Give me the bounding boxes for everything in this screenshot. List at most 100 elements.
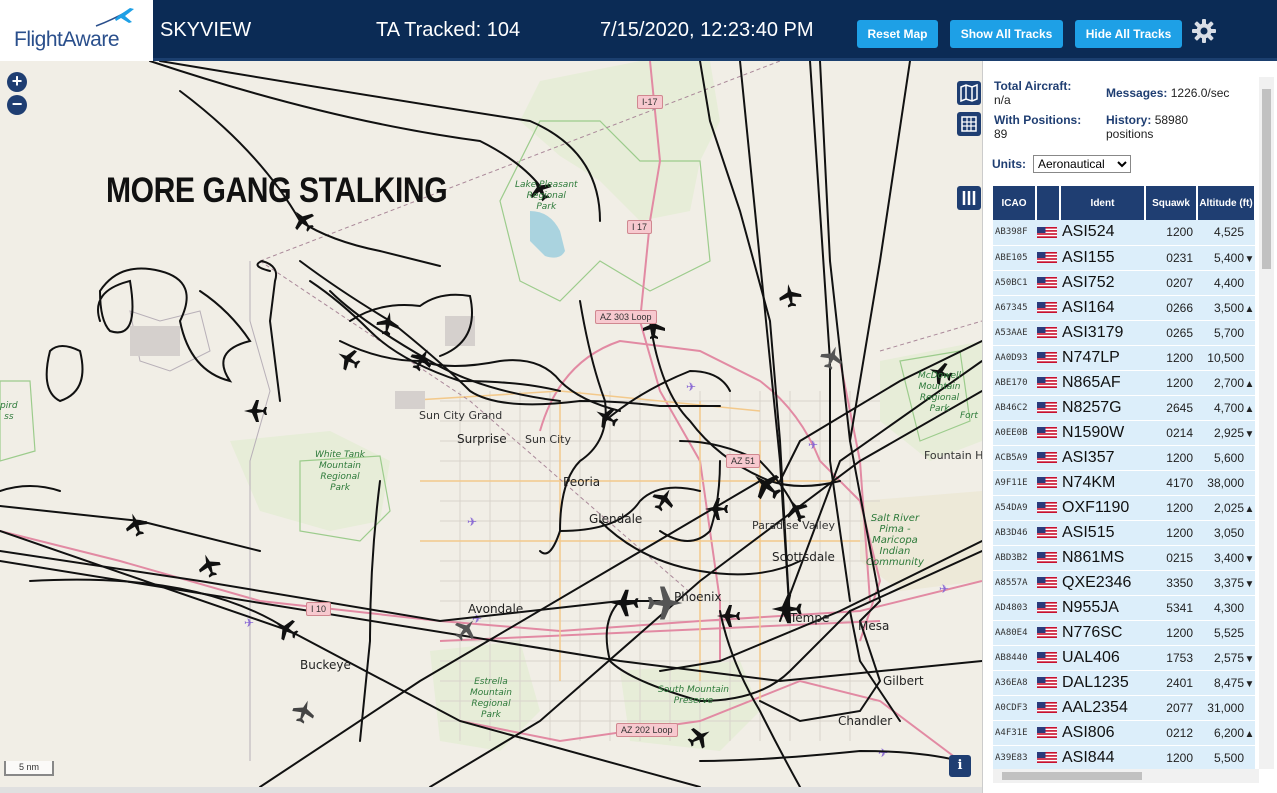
col-header-altitude[interactable]: Altitude (ft) xyxy=(1197,186,1255,220)
table-row[interactable]: A50BC1 ASI752 0207 4,400 xyxy=(993,270,1255,296)
col-header-flag[interactable] xyxy=(1036,186,1061,220)
cell-squawk: 3350 xyxy=(1145,570,1197,596)
us-flag-icon xyxy=(1037,751,1057,763)
cell-squawk: 1200 xyxy=(1145,370,1197,396)
history-label: History: xyxy=(1106,113,1152,127)
table-row[interactable]: AD4803 N955JA 5341 4,300 xyxy=(993,595,1255,621)
hide-all-tracks-button[interactable]: Hide All Tracks xyxy=(1075,20,1182,48)
cell-squawk: 2401 xyxy=(1145,670,1197,696)
svg-text:✈: ✈ xyxy=(878,746,888,760)
place-avondale: Avondale xyxy=(468,602,524,616)
vertical-scroll-thumb[interactable] xyxy=(1262,89,1271,269)
cell-flag xyxy=(1036,445,1060,471)
altitude-value: 2,575 xyxy=(1213,650,1244,665)
altitude-trend-icon: ▼ xyxy=(1244,578,1255,590)
cell-altitude: 38,000 xyxy=(1197,470,1255,496)
logo-plane-icon xyxy=(95,8,134,27)
table-row[interactable]: A0CDF3 AAL2354 2077 31,000 xyxy=(993,695,1255,721)
table-row[interactable]: A36EA8 DAL1235 2401 8,475▼ xyxy=(993,670,1255,696)
us-flag-icon xyxy=(1037,251,1057,263)
zoom-in-button[interactable]: + xyxy=(7,72,27,92)
horizontal-scroll-thumb[interactable] xyxy=(1002,772,1142,780)
place-surprise: Surprise xyxy=(457,432,507,446)
show-all-tracks-button[interactable]: Show All Tracks xyxy=(950,20,1063,48)
vertical-scrollbar[interactable] xyxy=(1259,77,1274,769)
table-row[interactable]: A4F31E ASI806 0212 6,200▲ xyxy=(993,720,1255,746)
units-label: Units: xyxy=(992,157,1026,171)
altitude-value: 4,400 xyxy=(1213,275,1244,290)
cell-squawk: 1200 xyxy=(1145,745,1197,769)
table-header-row: ICAO Ident Squawk Altitude (ft) xyxy=(993,186,1255,220)
table-row[interactable]: A0EE0B N1590W 0214 2,925▼ xyxy=(993,420,1255,446)
altitude-trend-icon: ▼ xyxy=(1244,678,1255,690)
table-row[interactable]: ABE170 N865AF 1200 2,700▲ xyxy=(993,370,1255,396)
place-sun-city-grand: Sun City Grand xyxy=(419,409,503,422)
aircraft-table-wrapper[interactable]: ICAO Ident Squawk Altitude (ft) AB398F AS… xyxy=(993,186,1255,769)
table-row[interactable]: A8557A QXE2346 3350 3,375▼ xyxy=(993,570,1255,596)
cell-squawk: 2645 xyxy=(1145,395,1197,421)
map-bottom-edge xyxy=(0,787,982,793)
cell-altitude: 3,500▲ xyxy=(1197,295,1255,321)
horizontal-scrollbar[interactable] xyxy=(993,769,1259,783)
table-row[interactable]: A67345 ASI164 0266 3,500▲ xyxy=(993,295,1255,321)
cell-icao: A67345 xyxy=(993,295,1036,321)
info-button[interactable]: i xyxy=(949,755,971,777)
columns-toggle-button[interactable] xyxy=(957,186,981,210)
table-row[interactable]: ACB5A9 ASI357 1200 5,600 xyxy=(993,445,1255,471)
cell-altitude: 5,525 xyxy=(1197,620,1255,646)
cell-ident: ASI806 xyxy=(1060,720,1145,746)
table-row[interactable]: A54DA9 OXF1190 1200 2,025▲ xyxy=(993,495,1255,521)
us-flag-icon xyxy=(1037,301,1057,313)
top-header: FlightAware SKYVIEW TA Tracked: 104 7/15… xyxy=(0,0,1277,61)
table-row[interactable]: AB3D46 ASI515 1200 3,050 xyxy=(993,520,1255,546)
svg-text:✈: ✈ xyxy=(686,380,696,394)
col-header-squawk[interactable]: Squawk xyxy=(1145,186,1198,220)
cell-ident: ASI752 xyxy=(1060,270,1145,296)
table-row[interactable]: AB398F ASI524 1200 4,525 xyxy=(993,220,1255,246)
col-header-icao[interactable]: ICAO xyxy=(993,186,1037,220)
table-row[interactable]: ABD3B2 N861MS 0215 3,400▼ xyxy=(993,545,1255,571)
cell-altitude: 5,600 xyxy=(1197,445,1255,471)
cell-flag xyxy=(1036,270,1060,296)
cell-altitude: 4,700▲ xyxy=(1197,395,1255,421)
us-flag-icon xyxy=(1037,501,1057,513)
park-salt-river: Salt River Pima - Maricopa Indian Commun… xyxy=(866,513,924,568)
grid-toggle-button[interactable] xyxy=(957,112,981,136)
table-row[interactable]: A39E83 ASI844 1200 5,500 xyxy=(993,745,1255,769)
cell-icao: A36EA8 xyxy=(993,670,1036,696)
altitude-value: 8,475 xyxy=(1213,675,1244,690)
cell-icao: ABD3B2 xyxy=(993,545,1036,571)
gear-icon[interactable] xyxy=(1191,18,1217,44)
zoom-out-button[interactable]: − xyxy=(7,95,27,115)
park-lake-pleasant: Lake Pleasant Regional Park xyxy=(515,180,578,212)
columns-icon xyxy=(962,191,976,205)
map-view[interactable]: ✈ ✈ ✈ ✈ ✈ ✈ ✈ Sun City Grand Surprise Su… xyxy=(0,61,982,787)
cell-squawk: 0215 xyxy=(1145,545,1197,571)
cell-altitude: 3,050 xyxy=(1197,520,1255,546)
cell-ident: N1590W xyxy=(1060,420,1145,446)
table-row[interactable]: ABE105 ASI155 0231 5,400▼ xyxy=(993,245,1255,271)
reset-map-button[interactable]: Reset Map xyxy=(857,20,938,48)
cell-squawk: 1200 xyxy=(1145,495,1197,521)
table-row[interactable]: AA0D93 N747LP 1200 10,500 xyxy=(993,345,1255,371)
table-row[interactable]: AA80E4 N776SC 1200 5,525 xyxy=(993,620,1255,646)
table-row[interactable]: A53AAE ASI3179 0265 5,700 xyxy=(993,320,1255,346)
flightaware-logo[interactable]: FlightAware xyxy=(0,0,153,61)
current-datetime: 7/15/2020, 12:23:40 PM xyxy=(600,19,814,41)
table-row[interactable]: A9F11E N74KM 4170 38,000 xyxy=(993,470,1255,496)
cell-icao: AA0D93 xyxy=(993,345,1036,371)
units-select[interactable]: Aeronautical xyxy=(1033,155,1131,173)
altitude-value: 3,375 xyxy=(1213,575,1244,590)
cell-flag xyxy=(1036,695,1060,721)
table-row[interactable]: AB8440 UAL406 1753 2,575▼ xyxy=(993,645,1255,671)
us-flag-icon xyxy=(1037,476,1057,488)
map-layers-button[interactable] xyxy=(957,81,981,105)
cell-ident: ASI844 xyxy=(1060,745,1145,769)
cell-flag xyxy=(1036,245,1060,271)
table-row[interactable]: AB46C2 N8257G 2645 4,700▲ xyxy=(993,395,1255,421)
messages-value: 1226.0/sec xyxy=(1170,86,1230,100)
col-header-ident[interactable]: Ident xyxy=(1060,186,1146,220)
altitude-value: 31,000 xyxy=(1207,700,1244,715)
cell-altitude: 10,500 xyxy=(1197,345,1255,371)
cell-altitude: 4,300 xyxy=(1197,595,1255,621)
